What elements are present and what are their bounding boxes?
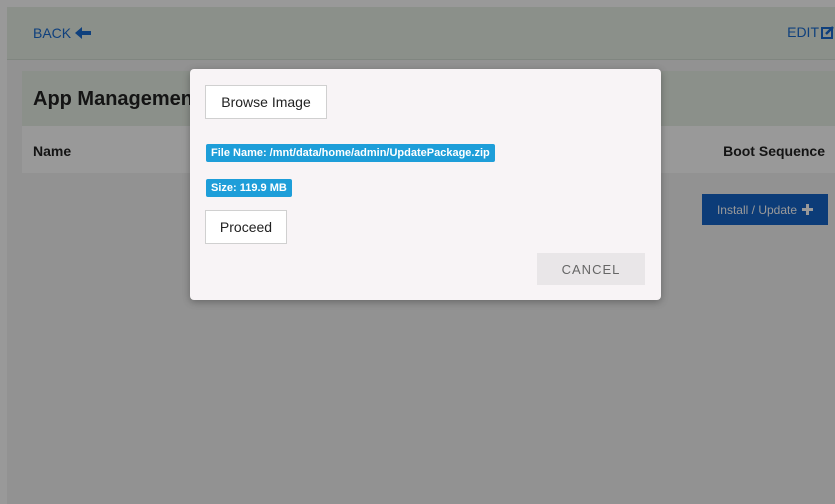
proceed-button[interactable]: Proceed xyxy=(205,210,287,244)
cancel-button[interactable]: CANCEL xyxy=(537,253,645,285)
upload-dialog: Browse Image File Name: /mnt/data/home/a… xyxy=(190,69,661,300)
browse-image-button[interactable]: Browse Image xyxy=(205,85,327,119)
file-size-badge: Size: 119.9 MB xyxy=(206,179,292,197)
file-name-badge: File Name: /mnt/data/home/admin/UpdatePa… xyxy=(206,144,495,162)
